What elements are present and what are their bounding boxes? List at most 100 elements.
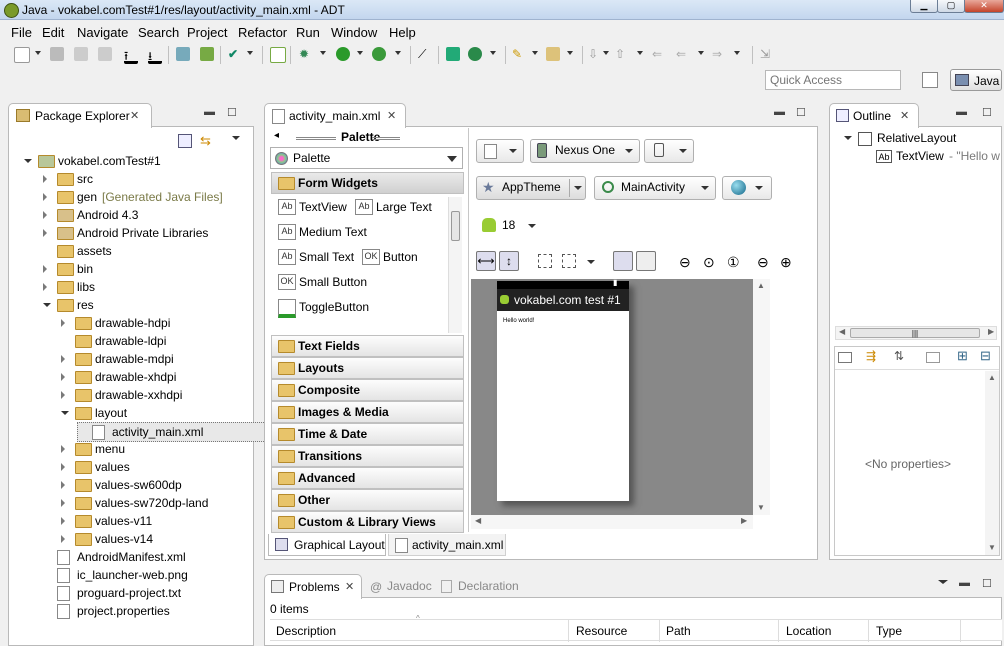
close-icon[interactable]: ✕ (387, 109, 396, 122)
canvas-horizontal-scrollbar[interactable]: ◀ ▶ (471, 515, 753, 529)
scroll-down-icon[interactable]: ▼ (988, 543, 996, 552)
tree-item[interactable]: menu (61, 440, 261, 458)
quick-access-input[interactable] (765, 70, 901, 90)
tree-item[interactable]: layout (61, 404, 261, 422)
minimize-outline-icon[interactable]: ▬ (956, 106, 967, 118)
sort-icon[interactable]: ⇅ (894, 349, 904, 363)
check-icon[interactable]: ✔ (228, 47, 242, 61)
palette-category[interactable]: Text Fields (271, 335, 464, 357)
tree-item[interactable]: assets (43, 242, 243, 260)
activity-dropdown[interactable]: MainActivity (594, 176, 716, 200)
outline-tab[interactable]: Outline ✕ (829, 103, 919, 128)
collapsed-arrow-icon[interactable] (61, 499, 65, 507)
open-perspective-icon[interactable] (922, 72, 938, 88)
collapsed-arrow-icon[interactable] (61, 481, 65, 489)
debug-icon[interactable]: ✹ (299, 47, 313, 61)
canvas-vertical-scrollbar[interactable]: ▲ ▼ (753, 279, 770, 515)
close-icon[interactable]: ✕ (345, 580, 354, 593)
menu-help[interactable]: Help (389, 25, 416, 40)
android-sdk-icon[interactable] (176, 47, 190, 61)
new-icon[interactable] (14, 47, 30, 63)
palette-scrollbar[interactable] (448, 197, 462, 333)
collapsed-arrow-icon[interactable] (43, 175, 47, 183)
maximize-view-icon[interactable]: ☐ (227, 106, 237, 119)
run-external-dropdown-icon[interactable] (395, 51, 401, 55)
forward-dropdown-icon[interactable] (734, 51, 740, 55)
tree-item[interactable]: values-v14 (61, 530, 261, 548)
new-class-icon[interactable] (468, 47, 482, 61)
categories-icon[interactable] (838, 352, 852, 363)
open-task-dropdown-icon[interactable] (532, 51, 538, 55)
minimize-view-icon[interactable]: ▬ (204, 106, 215, 118)
distribute-weights-icon[interactable] (562, 254, 576, 268)
palette-category[interactable]: Advanced (271, 467, 464, 489)
collapsed-arrow-icon[interactable] (43, 229, 47, 237)
collapsed-arrow-icon[interactable] (43, 211, 47, 219)
zoom-actual-icon[interactable]: ① (727, 254, 740, 271)
declaration-tab[interactable]: Declaration (458, 579, 519, 593)
collapsed-arrow-icon[interactable] (61, 517, 65, 525)
open-task-icon[interactable]: ✎ (512, 47, 526, 61)
next-annotation-icon[interactable]: ⇩ (588, 47, 602, 61)
category-form-widgets[interactable]: Form Widgets (271, 172, 464, 194)
tree-item[interactable]: libs (43, 278, 243, 296)
column-type[interactable]: Type (876, 624, 902, 638)
expand-icon[interactable] (844, 136, 852, 140)
run-icon[interactable] (336, 47, 350, 61)
menu-project[interactable]: Project (187, 25, 227, 40)
save-icon[interactable] (50, 47, 64, 61)
view-menu-icon[interactable] (232, 136, 240, 140)
tree-item[interactable]: gen [Generated Java Files] (43, 188, 243, 206)
menu-file[interactable]: File (11, 25, 32, 40)
toggle-fill-width-icon[interactable]: ⟷ (476, 251, 496, 271)
orientation-dropdown[interactable] (644, 139, 694, 163)
link-with-editor-icon[interactable]: ⇆ (200, 134, 214, 148)
collapse-all-icon[interactable]: ⊟ (980, 348, 991, 364)
minimize-problems-icon[interactable]: ▬ (959, 577, 970, 589)
view-menu-icon[interactable] (938, 580, 948, 584)
collapsed-arrow-icon[interactable] (61, 535, 65, 543)
tree-item[interactable]: drawable-xxhdpi (61, 386, 261, 404)
palette-category[interactable]: Transitions (271, 445, 464, 467)
collapsed-arrow-icon[interactable] (43, 283, 47, 291)
expanded-arrow-icon[interactable] (24, 159, 32, 163)
last-edit-icon[interactable]: ⇐ (652, 47, 666, 61)
outline-horizontal-scrollbar[interactable]: ◀ ||| ▶ (835, 326, 997, 340)
tree-item[interactable]: activity_main.xml (77, 422, 282, 442)
scroll-up-icon[interactable]: ▲ (988, 373, 996, 382)
close-icon[interactable]: ✕ (130, 109, 139, 122)
palette-category[interactable]: Time & Date (271, 423, 464, 445)
advanced-icon[interactable]: ⇶ (866, 349, 876, 363)
open-type-icon[interactable] (546, 47, 560, 61)
preview-textview[interactable]: Hello world! (503, 318, 534, 324)
tree-item[interactable]: values-sw720dp-land (61, 494, 261, 512)
tree-item[interactable]: drawable-ldpi (61, 332, 261, 350)
api-level-dropdown[interactable]: 18 (476, 214, 542, 238)
expanded-arrow-icon[interactable] (43, 303, 51, 307)
scroll-right-icon[interactable]: ▶ (741, 516, 747, 525)
pin-editor-icon[interactable]: ⇲ (760, 47, 774, 61)
scroll-left-icon[interactable]: ◀ (475, 516, 481, 525)
package-explorer-tab[interactable]: Package Explorer ✕ (8, 103, 152, 128)
collapsed-arrow-icon[interactable] (61, 445, 65, 453)
problems-tab[interactable]: Problems ✕ (264, 574, 362, 599)
column-location[interactable]: Location (786, 624, 831, 638)
xml-source-tab[interactable]: activity_main.xml (388, 534, 506, 556)
scroll-down-icon[interactable]: ▼ (757, 503, 765, 512)
print-icon[interactable] (98, 47, 112, 61)
javadoc-tab[interactable]: Javadoc (387, 579, 432, 593)
emulate-real-size-icon[interactable] (613, 251, 633, 271)
save-all-icon[interactable] (74, 47, 88, 61)
collapsed-arrow-icon[interactable] (61, 463, 65, 471)
zoom-out-small-icon[interactable]: ⊖ (757, 254, 769, 271)
menu-window[interactable]: Window (331, 25, 377, 40)
minimize-editor-icon[interactable]: ▬ (774, 106, 785, 118)
new-class-dropdown-icon[interactable] (490, 51, 496, 55)
tree-item[interactable]: Android 4.3 (43, 206, 243, 224)
forward-icon[interactable]: ⇒ (712, 47, 726, 61)
palette-category[interactable]: Other (271, 489, 464, 511)
palette-category[interactable]: Composite (271, 379, 464, 401)
scroll-thumb[interactable]: ||| (850, 328, 980, 338)
prev-annotation-icon[interactable]: ⇧ (615, 47, 629, 61)
maximize-outline-icon[interactable]: ☐ (982, 106, 992, 119)
